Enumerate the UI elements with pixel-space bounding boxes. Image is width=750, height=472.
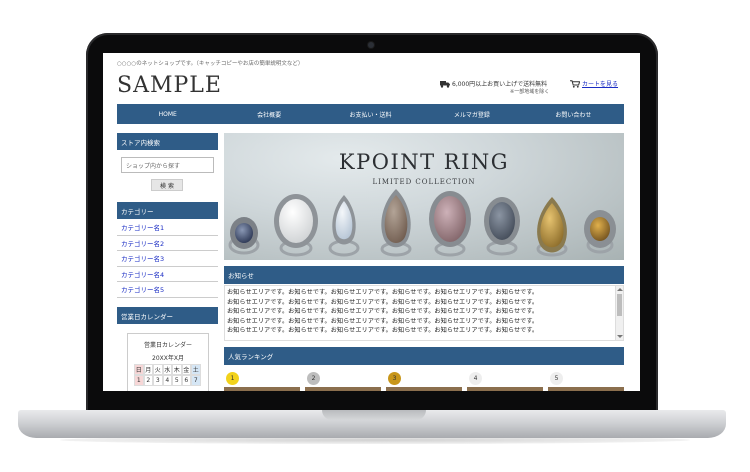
- ranking-thumbnail[interactable]: [548, 387, 624, 391]
- calendar-weekday: 水: [162, 364, 172, 375]
- category-heading: カテゴリー: [117, 202, 218, 219]
- ranking-thumbnail[interactable]: [224, 387, 300, 391]
- cart-icon: [570, 79, 580, 88]
- news-scrollbar[interactable]: [615, 286, 623, 340]
- news-line: お知らせエリアです。お知らせです。お知らせエリアです。お知らせです。お知らせエリ…: [227, 289, 539, 296]
- calendar-day: 5: [172, 375, 182, 386]
- business-calendar: 営業日カレンダー 20XX年X月 日 月 火 水 木 金 土 1 2 3 4 5…: [127, 333, 209, 391]
- scroll-thumb[interactable]: [617, 294, 622, 316]
- nav-item-home[interactable]: HOME: [117, 104, 218, 124]
- nav-item-company[interactable]: 会社概要: [218, 104, 319, 124]
- camera-icon: [368, 42, 374, 48]
- category-item-3[interactable]: カテゴリー名3: [117, 251, 218, 267]
- calendar-grid: 日 月 火 水 木 金 土 1 2 3 4 5 6 7: [134, 364, 201, 386]
- site-logo[interactable]: SAMPLE: [117, 73, 222, 98]
- news-line: お知らせエリアです。お知らせです。お知らせエリアです。お知らせです。お知らせエリ…: [227, 317, 539, 325]
- hero-title: KPOINT RING: [338, 150, 510, 174]
- rank-badge: 4: [469, 372, 482, 385]
- calendar-month: 20XX年X月: [152, 355, 184, 362]
- calendar-day: 4: [162, 375, 172, 386]
- ranking-item[interactable]: 1: [224, 370, 300, 391]
- truck-icon: [440, 80, 450, 88]
- calendar-weekday: 火: [153, 364, 163, 375]
- ranking-thumbnail[interactable]: [386, 387, 462, 391]
- calendar-day: 6: [181, 375, 191, 386]
- store-search-heading: ストア内検索: [117, 133, 218, 150]
- nav-item-newsletter[interactable]: メルマガ登録: [421, 104, 522, 124]
- ranking-heading: 人気ランキング: [224, 347, 624, 365]
- category-item-5[interactable]: カテゴリー名5: [117, 282, 218, 298]
- ranking-item[interactable]: 5: [548, 370, 624, 391]
- category-list: カテゴリー名1 カテゴリー名2 カテゴリー名3 カテゴリー名4 カテゴリー名5: [117, 220, 218, 298]
- site-tagline: ○○○○のネットショップです。（キャッチコピーやお店の簡単説明文など）: [117, 61, 304, 67]
- ranking-item[interactable]: 4: [467, 370, 543, 391]
- ranking-thumbnail[interactable]: [305, 387, 381, 391]
- hero-subtitle: LIMITED COLLECTION: [372, 178, 476, 186]
- ranking-list: 1 2 3 4 5: [224, 370, 624, 391]
- news-text: お知らせエリアです。お知らせです。お知らせエリアです。お知らせです。お知らせエリ…: [225, 286, 623, 336]
- shipping-note: ※一部地域を除く: [510, 89, 550, 95]
- news-line: お知らせエリアです。お知らせです。お知らせエリアです。お知らせです。お知らせエリ…: [227, 298, 539, 306]
- ranking-item[interactable]: 2: [305, 370, 381, 391]
- scroll-down-icon[interactable]: [617, 335, 623, 338]
- rank-badge: 3: [388, 372, 401, 385]
- browser-screen: ○○○○のネットショップです。（キャッチコピーやお店の簡単説明文など） SAMP…: [103, 53, 640, 391]
- ranking-thumbnail[interactable]: [467, 387, 543, 391]
- free-shipping-notice: 6,000円以上お買い上げで送料無料: [440, 79, 547, 88]
- calendar-day: 3: [153, 375, 163, 386]
- view-cart-link[interactable]: カートを見る: [570, 79, 618, 88]
- nav-item-payment[interactable]: お支払い・送料: [320, 104, 421, 124]
- store-search-input[interactable]: ショップ内から探す: [121, 157, 214, 173]
- hero-banner[interactable]: KPOINT RING LIMITED COLLECTION: [224, 133, 624, 260]
- calendar-day: 1: [134, 375, 144, 386]
- search-button[interactable]: 検 索: [151, 179, 183, 191]
- global-nav: HOME 会社概要 お支払い・送料 メルマガ登録 お問い合わせ: [117, 104, 624, 124]
- calendar-weekday: 土: [191, 364, 201, 375]
- calendar-weekday: 木: [172, 364, 182, 375]
- rank-badge: 5: [550, 372, 563, 385]
- business-calendar-heading: 営業日カレンダー: [117, 307, 218, 324]
- news-area[interactable]: お知らせエリアです。お知らせです。お知らせエリアです。お知らせです。お知らせエリ…: [224, 285, 624, 341]
- rank-badge: 2: [307, 372, 320, 385]
- view-cart-label[interactable]: カートを見る: [582, 79, 618, 88]
- calendar-day: 7: [191, 375, 201, 386]
- shipping-text: 6,000円以上お買い上げで送料無料: [452, 81, 548, 88]
- calendar-weekday: 金: [181, 364, 191, 375]
- ranking-item[interactable]: 3: [386, 370, 462, 391]
- news-heading: お知らせ: [224, 266, 624, 284]
- scroll-up-icon[interactable]: [617, 288, 623, 291]
- news-line: お知らせエリアです。お知らせです。お知らせエリアです。お知らせです。お知らせエリ…: [227, 327, 539, 335]
- category-item-2[interactable]: カテゴリー名2: [117, 236, 218, 251]
- nav-item-contact[interactable]: お問い合わせ: [523, 104, 624, 124]
- calendar-title: 営業日カレンダー: [143, 342, 192, 349]
- category-item-1[interactable]: カテゴリー名1: [117, 220, 218, 236]
- category-item-4[interactable]: カテゴリー名4: [117, 267, 218, 282]
- calendar-day: 2: [143, 375, 153, 386]
- laptop-notch: [322, 410, 426, 420]
- calendar-weekday: 月: [143, 364, 153, 375]
- news-line: お知らせエリアです。お知らせです。お知らせエリアです。お知らせです。お知らせエリ…: [227, 308, 539, 316]
- rank-badge: 1: [226, 372, 239, 385]
- calendar-weekday: 日: [134, 364, 144, 375]
